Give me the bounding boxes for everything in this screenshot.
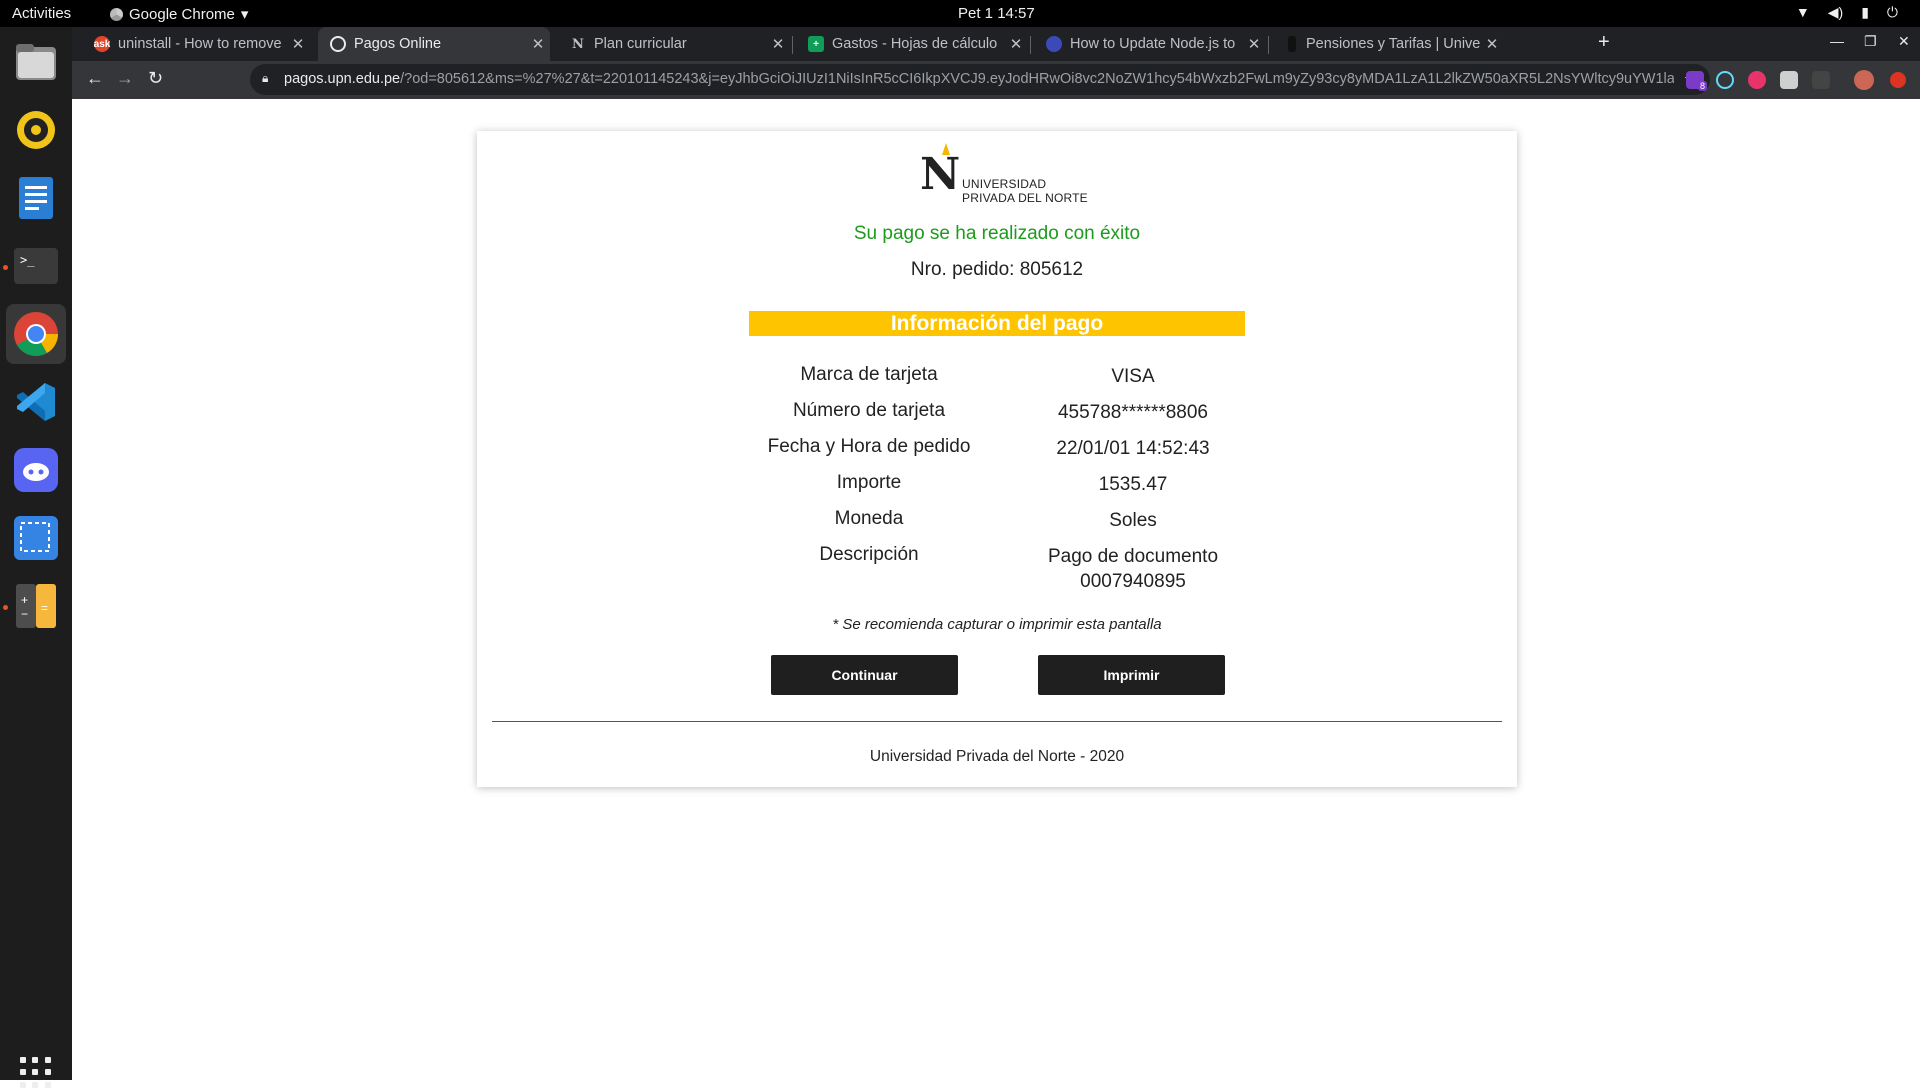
reload-icon[interactable]: ↻ — [148, 68, 163, 89]
svg-text:=: = — [41, 601, 48, 615]
order-number: Nro. pedido: 805612 — [910, 259, 1084, 280]
row-value: 1535.47 — [1098, 474, 1168, 495]
chrome-icon — [110, 7, 123, 21]
payment-card: N UNIVERSIDAD PRIVADA DEL NORTE Su pago … — [477, 131, 1517, 787]
close-icon[interactable]: ✕ — [1480, 35, 1504, 53]
app-menu[interactable]: Google Chrome ▾ — [110, 5, 248, 23]
profile-avatar[interactable] — [1854, 70, 1874, 90]
system-top-bar: Activities Google Chrome ▾ Pet 1 14:57 ▼… — [0, 0, 1920, 27]
tab-title: Pensiones y Tarifas | Unive — [1306, 36, 1480, 52]
globe-icon — [330, 36, 346, 52]
tab-nodejs[interactable]: How to Update Node.js to ✕ — [1034, 27, 1266, 61]
battery-icon: ▮ — [1861, 4, 1869, 20]
terminal-icon[interactable]: >_ — [12, 242, 60, 290]
row-label: Número de tarjeta — [792, 400, 946, 421]
close-icon[interactable]: ✕ — [766, 35, 790, 53]
rhythmbox-icon[interactable] — [12, 106, 60, 154]
row-value: Soles — [1109, 510, 1157, 531]
row-value: Pago de documento 0007940895 — [1047, 546, 1219, 592]
wifi-icon: ▼ — [1795, 4, 1810, 20]
sheets-favicon-icon: + — [808, 36, 824, 52]
forward-icon[interactable]: → — [116, 68, 134, 89]
browser-toolbar: ← → ↻ 🔒︎ pagos.upn.edu.pe/?od=805612&ms=… — [72, 61, 1920, 99]
row-label: Moneda — [834, 508, 904, 529]
tab-title: Pagos Online — [354, 36, 442, 52]
row-label: Importe — [836, 472, 902, 493]
section-title: Información del pago — [749, 311, 1245, 336]
tab-plan-curricular[interactable]: N Plan curricular ✕ — [558, 27, 790, 61]
calculator-icon[interactable]: + − = — [12, 582, 60, 630]
print-button[interactable]: Imprimir — [1038, 655, 1225, 695]
tab-title: Gastos - Hojas de cálculo — [832, 36, 998, 52]
capture-note: * Se recomienda capturar o imprimir esta… — [832, 616, 1162, 633]
chrome-dock-icon[interactable] — [6, 304, 66, 364]
address-bar[interactable]: 🔒︎ pagos.upn.edu.pe/?od=805612&ms=%27%27… — [250, 64, 1710, 95]
writer-app-icon[interactable] — [12, 174, 60, 222]
volume-icon: ◀) — [1827, 4, 1844, 20]
minimize-icon[interactable]: — — [1830, 33, 1844, 49]
svg-text:+: + — [21, 593, 28, 607]
continue-button[interactable]: Continuar — [771, 655, 958, 695]
tab-uninstall[interactable]: ask uninstall - How to remove ✕ — [82, 27, 310, 61]
tab-title: How to Update Node.js to — [1070, 36, 1236, 52]
extension-icon[interactable] — [1748, 71, 1766, 89]
svg-text:>_: >_ — [20, 253, 35, 267]
extension-icon[interactable] — [1812, 71, 1830, 89]
site-favicon-icon — [1046, 36, 1062, 52]
close-icon[interactable]: ✕ — [286, 35, 310, 53]
power-icon: ⏻ — [1886, 4, 1898, 20]
clock[interactable]: Pet 1 14:57 — [958, 5, 1035, 22]
row-label: Marca de tarjeta — [800, 364, 938, 385]
tab-pagos-online[interactable]: Pagos Online ✕ — [318, 27, 550, 61]
close-icon[interactable]: ✕ — [526, 35, 550, 53]
tab-gastos-sheets[interactable]: + Gastos - Hojas de cálculo ✕ — [796, 27, 1028, 61]
files-app-icon[interactable] — [12, 38, 60, 86]
back-icon[interactable]: ← — [86, 68, 104, 89]
row-value: 455788******8806 — [1057, 402, 1209, 423]
running-indicator — [3, 605, 8, 610]
activities-button[interactable]: Activities — [12, 5, 71, 22]
system-tray[interactable]: ▼ ◀) ▮ ⏻ — [1796, 4, 1898, 21]
running-indicator — [3, 265, 8, 270]
new-tab-button[interactable]: + — [1598, 31, 1610, 54]
screenshot-app-icon[interactable] — [12, 514, 60, 562]
tab-pensiones[interactable]: Pensiones y Tarifas | Unive ✕ — [1272, 27, 1504, 61]
row-value: VISA — [1111, 366, 1155, 387]
tab-strip: ask uninstall - How to remove ✕ Pagos On… — [72, 27, 1920, 61]
url-text: pagos.upn.edu.pe/?od=805612&ms=%27%27&t=… — [284, 71, 1674, 87]
extension-badge: 8 — [1698, 81, 1708, 91]
vscode-icon[interactable] — [12, 378, 60, 426]
dock: >_ + − = — [0, 27, 72, 1088]
row-label: Fecha y Hora de pedido — [767, 436, 971, 457]
row-label: Descripción — [819, 544, 919, 565]
close-icon[interactable]: ✕ — [1242, 35, 1266, 53]
logo-line2: PRIVADA DEL NORTE — [962, 191, 1088, 205]
success-message: Su pago se ha realizado con éxito — [853, 223, 1141, 244]
react-devtools-icon[interactable] — [1716, 71, 1734, 89]
upn-logo: N UNIVERSIDAD PRIVADA DEL NORTE — [920, 143, 1090, 205]
discord-icon[interactable] — [12, 446, 60, 494]
close-window-icon[interactable]: ✕ — [1898, 33, 1910, 50]
upn-favicon-icon — [1288, 36, 1296, 52]
show-applications-button[interactable] — [20, 1057, 52, 1089]
close-icon[interactable]: ✕ — [1004, 35, 1028, 53]
app-menu-label: Google Chrome — [129, 5, 235, 23]
lock-icon[interactable]: 🔒︎ — [262, 71, 268, 86]
upn-favicon-icon: N — [572, 36, 584, 52]
extension-icon[interactable] — [1780, 71, 1798, 89]
restore-icon[interactable]: ❐ — [1864, 33, 1877, 50]
page-viewport: N UNIVERSIDAD PRIVADA DEL NORTE Su pago … — [72, 99, 1920, 1080]
row-value: 22/01/01 14:52:43 — [1056, 438, 1210, 459]
logo-n-icon: N — [920, 149, 961, 200]
caret-down-icon: ▾ — [240, 6, 249, 23]
ask-favicon-icon: ask — [94, 36, 110, 52]
logo-line1: UNIVERSIDAD — [962, 177, 1047, 191]
footer-text: Universidad Privada del Norte - 2020 — [869, 748, 1125, 765]
svg-text:−: − — [21, 607, 28, 621]
tab-title: Plan curricular — [594, 36, 687, 52]
update-icon[interactable] — [1890, 72, 1906, 88]
tab-title: uninstall - How to remove — [118, 36, 282, 52]
divider — [492, 721, 1502, 722]
